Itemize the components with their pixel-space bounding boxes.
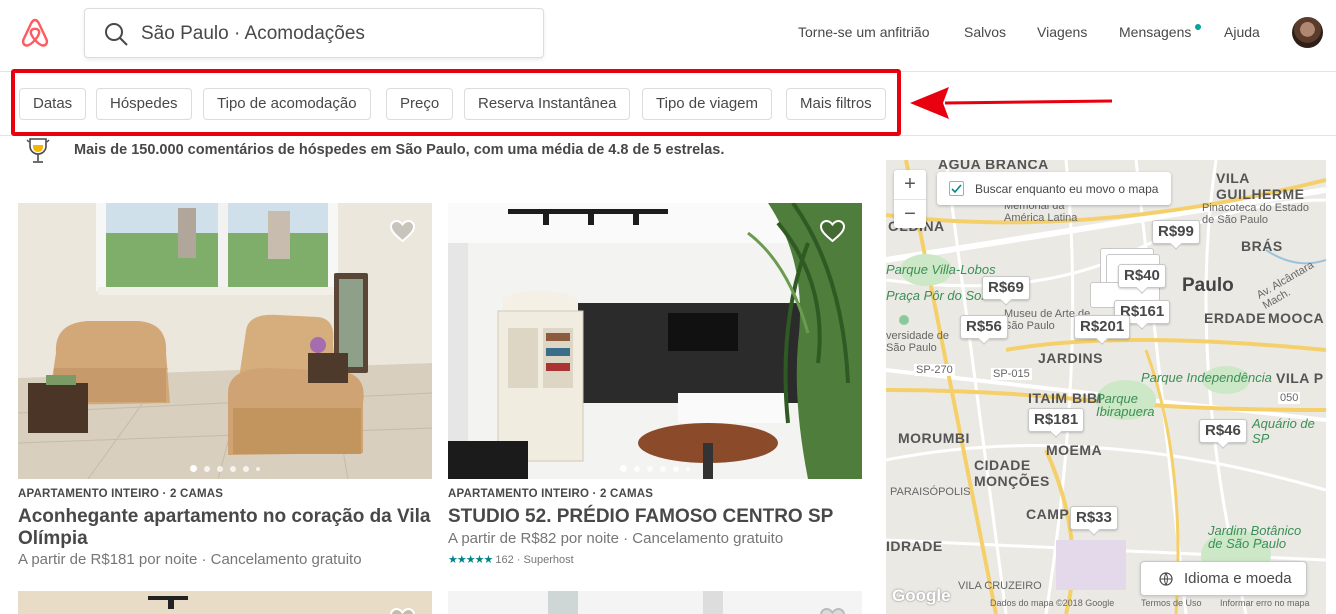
map-label: CAMP	[1026, 506, 1070, 522]
map-label: VILA GUILHERME	[1216, 170, 1305, 202]
save-heart-icon[interactable]	[819, 218, 846, 245]
map-label: Paulo	[1182, 275, 1234, 296]
google-logo: Google	[892, 586, 951, 605]
map-label: SP-015	[991, 368, 1032, 380]
map-terms-link[interactable]: Termos de Uso	[1141, 598, 1202, 608]
map-label: VILA P	[1276, 370, 1324, 386]
listing-photo-room-1	[18, 203, 432, 479]
avatar[interactable]	[1292, 17, 1323, 48]
listing-photo-room-2	[448, 203, 862, 479]
listing-price: A partir de R$181 por noite · Cancelamen…	[18, 551, 362, 568]
search-as-map-moves-label: Buscar enquanto eu movo o mapa	[975, 182, 1159, 196]
listing-photo-peek-art	[18, 591, 432, 614]
map-data-credit: Dados do mapa ©2018 Google	[990, 598, 1115, 608]
map-price-marker[interactable]: R$56	[960, 315, 1008, 339]
annotation-arrow-icon	[910, 87, 1113, 119]
map-price-marker[interactable]: R$201	[1074, 315, 1131, 339]
language-currency-button[interactable]: Idioma e moeda	[1140, 561, 1307, 596]
map-label: versidade de São Paulo	[886, 330, 949, 354]
listing-photo[interactable]	[448, 203, 862, 479]
checkmark-icon	[951, 184, 962, 194]
map-report-error-link[interactable]: Informar erro no mapa	[1220, 598, 1310, 608]
search-as-map-moves-checkbox[interactable]	[949, 181, 964, 196]
star-rating-icon: ★★★★★	[448, 554, 493, 566]
map-label: Parque Independência	[1141, 370, 1272, 385]
map-price-marker[interactable]: R$69	[982, 276, 1030, 300]
reviews-banner-text: Mais de 150.000 comentários de hóspedes …	[74, 142, 725, 158]
map-label: ERDADE	[1204, 310, 1267, 326]
map-label: Praça Pôr do Sol	[886, 288, 985, 303]
map-price-marker[interactable]: R$40	[1118, 264, 1166, 288]
listing-title[interactable]: STUDIO 52. PRÉDIO FAMOSO CENTRO SP	[448, 506, 868, 528]
zoom-out-button[interactable]: −	[894, 199, 926, 228]
globe-icon	[1159, 572, 1173, 586]
listing-title-line: Aconhegante apartamento no coração da Vi…	[18, 506, 431, 527]
map-label: Jardim Botânico de São Paulo	[1208, 523, 1302, 551]
photo-carousel-dots[interactable]	[620, 465, 690, 472]
photo-carousel-dots[interactable]	[190, 465, 260, 472]
save-heart-icon[interactable]	[819, 606, 846, 614]
listing-photo-peek[interactable]	[18, 591, 432, 614]
map-price-marker[interactable]: R$46	[1199, 419, 1247, 443]
map-label: Parque Ibirapuera	[1096, 391, 1155, 419]
map-label: Pinacoteca do Estado de São Paulo	[1202, 202, 1310, 226]
annotation-highlight-box	[11, 69, 901, 136]
unread-indicator	[1195, 24, 1201, 30]
map-zoom-control: + −	[894, 170, 926, 228]
nav-saved[interactable]: Salvos	[964, 24, 1006, 40]
listing-photo-peek[interactable]	[448, 591, 862, 614]
listing-title-line: STUDIO 52. PRÉDIO FAMOSO CENTRO SP	[448, 506, 834, 527]
airbnb-logo-icon[interactable]	[18, 16, 52, 50]
nav-become-host[interactable]: Torne-se um anfitrião	[798, 24, 930, 40]
map-label: VILA CRUZEIRO	[958, 580, 1042, 592]
map-label: Parque Villa-Lobos	[886, 262, 996, 277]
listing-rating: ★★★★★ 162 · Superhost	[448, 553, 574, 566]
review-count: 162 · Superhost	[495, 554, 574, 566]
map-label: SP-270	[914, 364, 955, 376]
listing-price: A partir de R$82 por noite · Cancelament…	[448, 530, 784, 547]
search-icon	[105, 23, 128, 46]
map-label: IDRADE	[886, 538, 943, 554]
listing-title[interactable]: Aconhegante apartamento no coração da Vi…	[18, 506, 438, 550]
map-label: ITAIM BIBI	[1028, 390, 1102, 406]
search-input[interactable]	[141, 19, 521, 49]
map-label: 050	[1278, 392, 1301, 404]
listing-kicker: APARTAMENTO INTEIRO · 2 CAMAS	[448, 488, 654, 500]
listing-photo[interactable]	[18, 203, 432, 479]
map-price-marker[interactable]: R$181	[1028, 408, 1085, 432]
language-currency-label: Idioma e moeda	[1184, 570, 1292, 587]
save-heart-icon[interactable]	[389, 218, 416, 245]
map-price-marker[interactable]: R$33	[1070, 506, 1118, 530]
zoom-in-button[interactable]: +	[894, 170, 926, 199]
map-price-marker[interactable]: R$99	[1152, 220, 1200, 244]
search-bar[interactable]	[84, 8, 544, 58]
top-header: Torne-se um anfitrião Salvos Viagens Men…	[0, 0, 1336, 72]
map-label: BRÁS	[1241, 238, 1283, 254]
listing-photo-peek-art	[448, 591, 862, 614]
listing-title-line: Olímpia	[18, 528, 88, 549]
map-label: MORUMBI	[898, 430, 970, 446]
map-panel[interactable]: AGUA BRANCA VILA GUILHERME OLDINA Memori…	[886, 160, 1326, 614]
listing-kicker: APARTAMENTO INTEIRO · 2 CAMAS	[18, 488, 224, 500]
map-label: MOOCA	[1268, 310, 1325, 326]
nav-messages[interactable]: Mensagens	[1119, 24, 1191, 40]
search-as-map-moves-toggle[interactable]: Buscar enquanto eu movo o mapa	[937, 172, 1171, 205]
map-label: JARDINS	[1038, 350, 1103, 366]
map-label: Aquário de SP	[1252, 416, 1315, 446]
nav-help[interactable]: Ajuda	[1224, 24, 1260, 40]
map-label: PARAISÓPOLIS	[890, 486, 971, 498]
trophy-icon	[26, 138, 50, 163]
map-label: AGUA BRANCA	[938, 160, 1049, 172]
map-label: CIDADE MONÇÕES	[974, 457, 1050, 489]
map-label: MOEMA	[1046, 442, 1103, 458]
nav-trips[interactable]: Viagens	[1037, 24, 1087, 40]
save-heart-icon[interactable]	[389, 606, 416, 614]
